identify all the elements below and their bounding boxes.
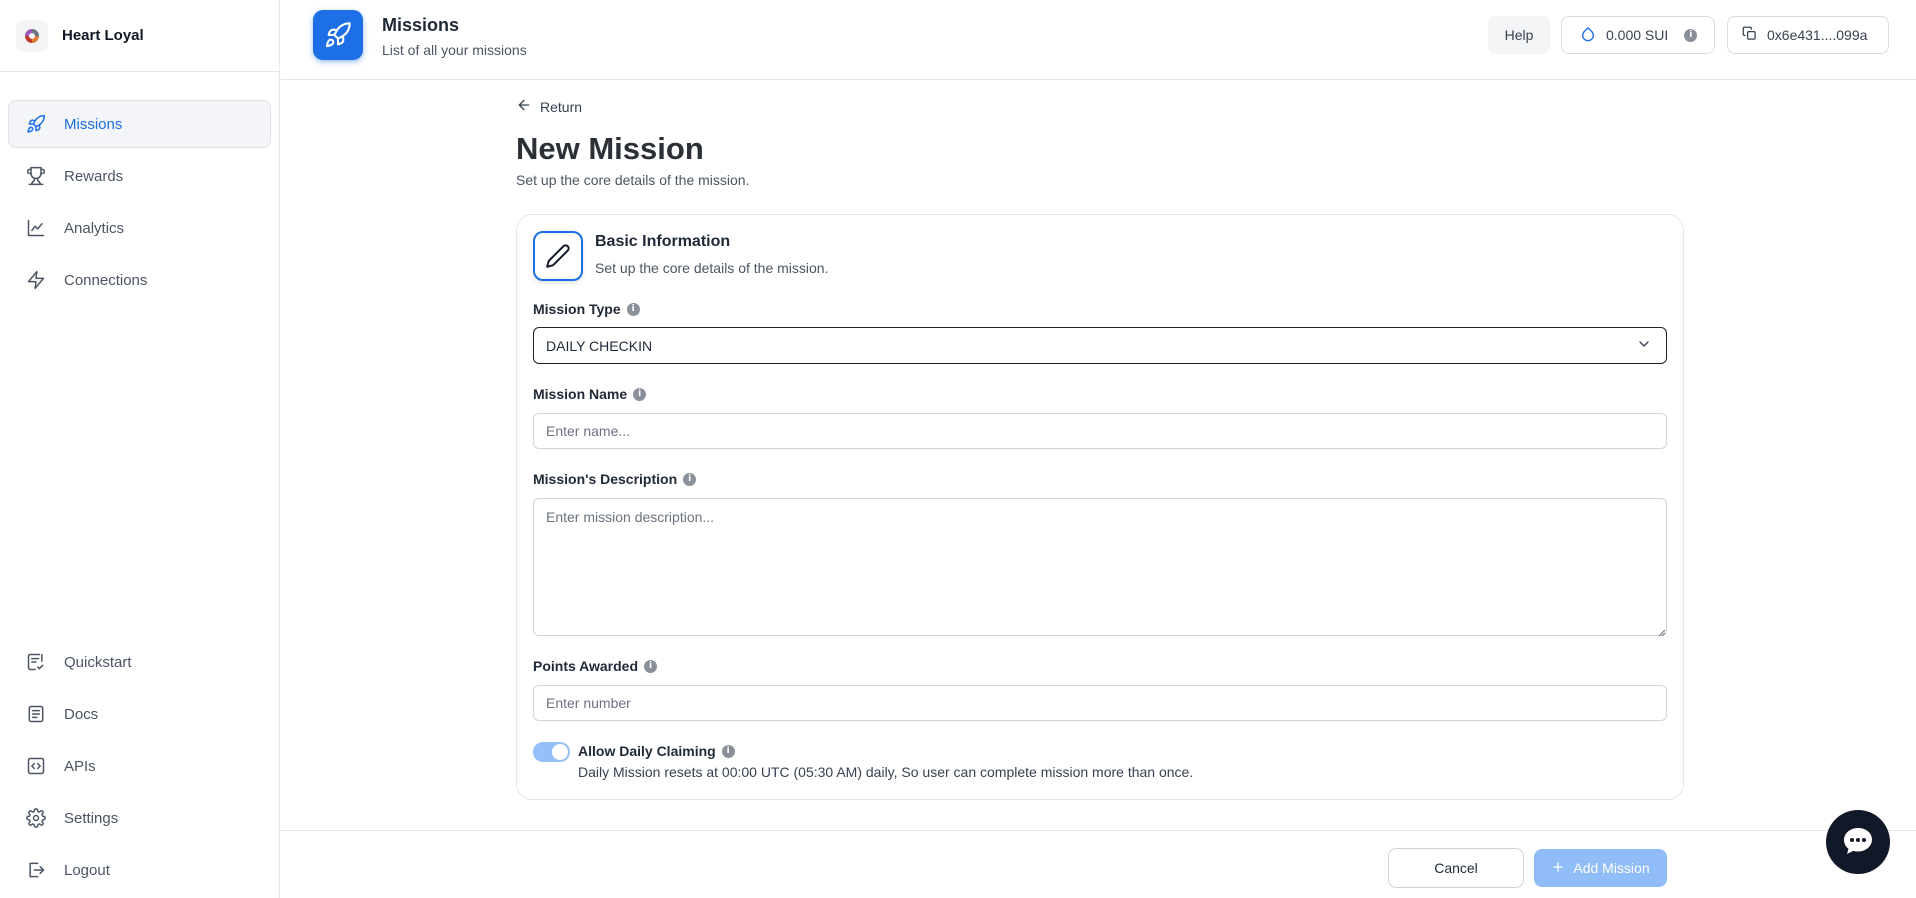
sidebar-item-docs[interactable]: Docs: [8, 690, 271, 738]
info-icon: i: [626, 302, 640, 316]
mission-description-label: Mission's Description i: [533, 471, 697, 487]
chat-icon: [1842, 826, 1874, 859]
header-title: Missions: [382, 15, 460, 35]
info-icon: i: [683, 472, 697, 486]
lightning-icon: [26, 270, 46, 290]
arrow-left-icon: [516, 97, 532, 116]
add-mission-button[interactable]: Add Mission: [1534, 849, 1667, 887]
copy-icon: [1742, 26, 1757, 44]
trophy-icon: [26, 166, 46, 186]
add-mission-button-label: Add Mission: [1573, 860, 1650, 876]
sidebar-item-label: Analytics: [64, 219, 125, 237]
points-awarded-input[interactable]: [533, 685, 1667, 721]
page-subtitle: Set up the core details of the mission.: [516, 172, 750, 188]
sidebar-item-label: Missions: [64, 115, 123, 133]
mission-name-label: Mission Name i: [533, 386, 647, 402]
rocket-icon: [313, 10, 363, 60]
card-subtitle: Set up the core details of the mission.: [595, 260, 829, 276]
daily-claiming-label-text: Allow Daily Claiming: [578, 743, 716, 759]
sidebar-item-quickstart[interactable]: Quickstart: [8, 638, 271, 686]
gear-icon: [26, 808, 46, 828]
sidebar-item-missions[interactable]: Missions: [8, 100, 271, 148]
balance-button[interactable]: 0.000 SUI i: [1561, 16, 1715, 54]
heart-loyal-logo: [16, 19, 48, 52]
daily-claiming-label: Allow Daily Claiming i: [578, 743, 735, 759]
info-icon: i: [1684, 28, 1698, 42]
sidebar-item-label: Docs: [64, 705, 99, 723]
form-footer: Cancel Add Mission: [281, 830, 1916, 898]
help-button[interactable]: Help: [1488, 16, 1550, 54]
chevron-down-icon: [1636, 336, 1652, 355]
mission-name-input[interactable]: [533, 413, 1667, 449]
info-icon: i: [633, 387, 647, 401]
daily-claiming-description: Daily Mission resets at 00:00 UTC (05:30…: [578, 764, 1194, 780]
wallet-address-button[interactable]: 0x6e431....099a: [1727, 16, 1889, 54]
mission-description-label-text: Mission's Description: [533, 471, 678, 487]
points-awarded-label: Points Awarded i: [533, 658, 658, 674]
sidebar-item-connections[interactable]: Connections: [8, 256, 271, 304]
sidebar-item-label: APIs: [64, 757, 96, 775]
sidebar-item-label: Connections: [64, 271, 148, 289]
plus-icon: [1551, 860, 1565, 877]
basic-information-card: Basic Information Set up the core detail…: [516, 214, 1684, 800]
info-icon: i: [721, 744, 735, 758]
pencil-icon: [533, 231, 583, 281]
sidebar-item-analytics[interactable]: Analytics: [8, 204, 271, 252]
brand[interactable]: Heart Loyal: [0, 0, 279, 72]
page-title: New Mission: [516, 131, 704, 166]
mission-name-label-text: Mission Name: [533, 386, 628, 402]
sidebar-item-label: Rewards: [64, 167, 124, 185]
mission-type-value: DAILY CHECKIN: [546, 337, 653, 354]
points-awarded-label-text: Points Awarded: [533, 658, 639, 674]
sidebar-item-rewards[interactable]: Rewards: [8, 152, 271, 200]
sidebar-item-apis[interactable]: APIs: [8, 742, 271, 790]
wallet-address: 0x6e431....099a: [1767, 27, 1868, 43]
rocket-icon: [26, 114, 46, 134]
info-icon: i: [644, 659, 658, 673]
droplet-icon: [1580, 26, 1596, 45]
return-link[interactable]: Return: [516, 97, 582, 116]
toggle-knob: [552, 744, 568, 760]
help-button-label: Help: [1504, 27, 1534, 43]
logout-icon: [26, 860, 46, 880]
document-icon: [26, 704, 46, 724]
header-subtitle: List of all your missions: [382, 42, 527, 58]
sidebar-item-label: Settings: [64, 809, 119, 827]
mission-type-label-text: Mission Type: [533, 301, 621, 317]
sidebar-item-label: Quickstart: [64, 653, 132, 671]
checklist-icon: [26, 652, 46, 672]
main-nav: Missions Rewards Analytics Connections: [0, 72, 279, 304]
return-label: Return: [540, 98, 583, 115]
sidebar-item-logout[interactable]: Logout: [8, 846, 271, 894]
secondary-nav: Quickstart Docs APIs Settings Logout: [8, 638, 271, 898]
balance-value: 0.000 SUI: [1606, 27, 1669, 43]
daily-claiming-toggle[interactable]: [533, 742, 570, 762]
card-title: Basic Information: [595, 233, 731, 250]
code-icon: [26, 756, 46, 776]
sidebar: Heart Loyal Missions Rewards Analytics C…: [0, 0, 280, 898]
mission-type-label: Mission Type i: [533, 301, 640, 317]
mission-description-textarea[interactable]: [533, 498, 1667, 636]
resize-grip-icon[interactable]: [1658, 624, 1666, 637]
sidebar-item-settings[interactable]: Settings: [8, 794, 271, 842]
cancel-button-label: Cancel: [1434, 860, 1478, 876]
sidebar-item-label: Logout: [64, 861, 110, 879]
chat-support-button[interactable]: [1826, 810, 1890, 874]
mission-type-select[interactable]: DAILY CHECKIN: [533, 327, 1667, 364]
top-header: Missions List of all your missions Help …: [281, 0, 1916, 80]
cancel-button[interactable]: Cancel: [1388, 848, 1524, 888]
brand-name: Heart Loyal: [62, 27, 144, 44]
chart-line-icon: [26, 218, 46, 238]
